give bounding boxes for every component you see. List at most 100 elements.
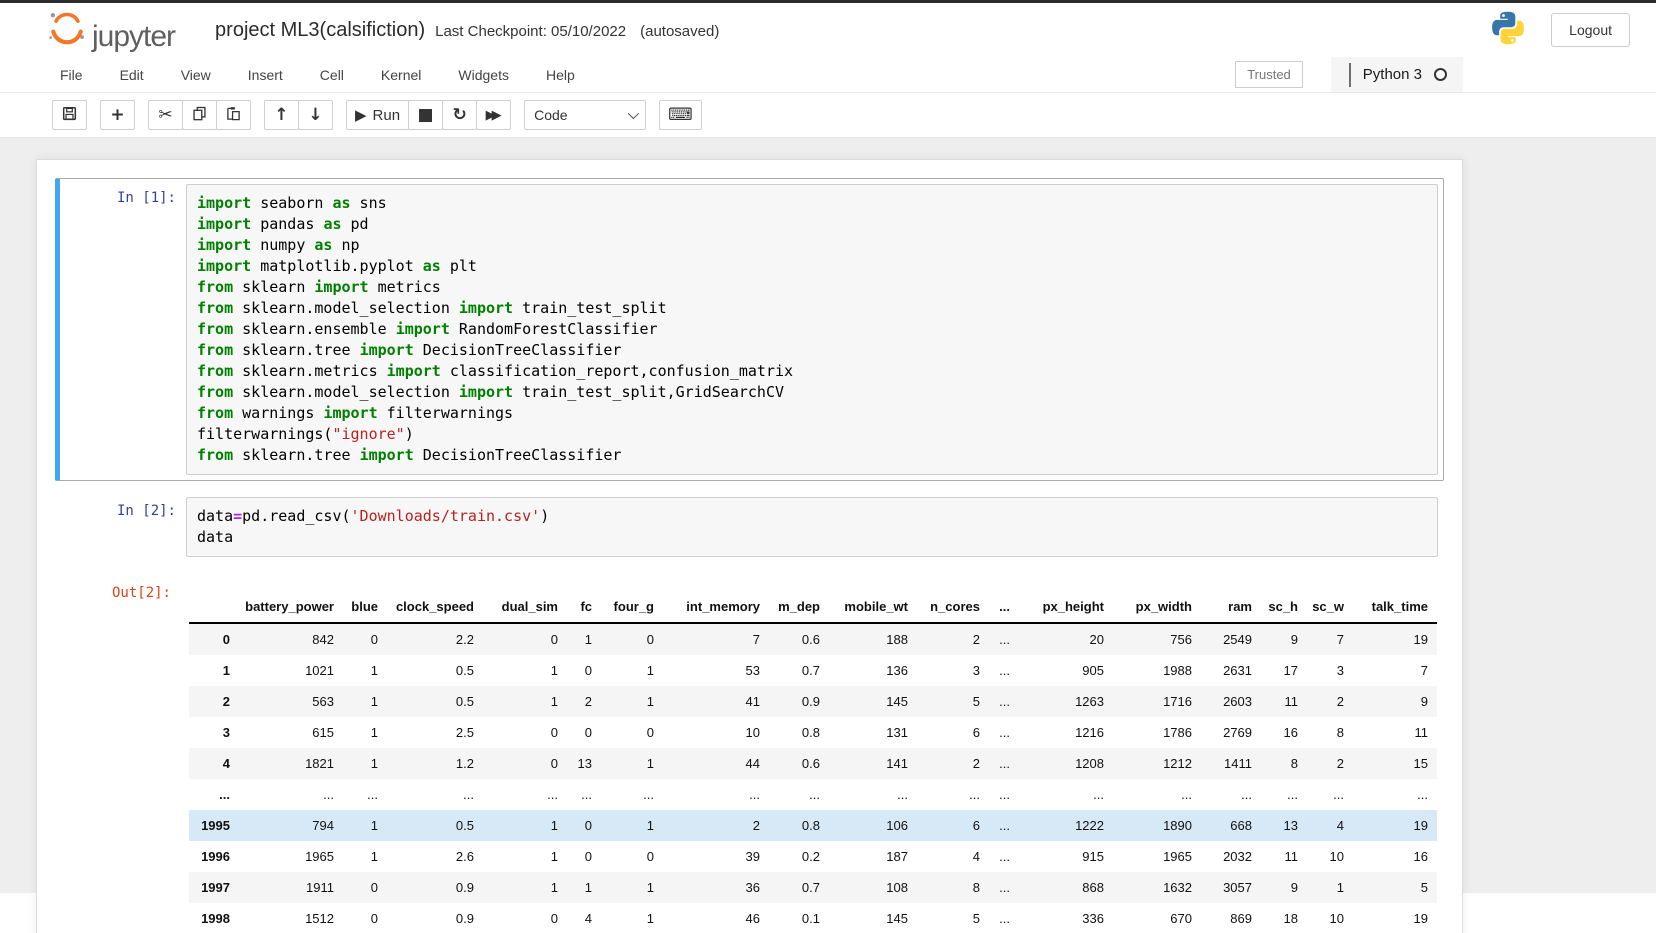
table-cell: 0.7 bbox=[769, 655, 829, 686]
table-cell: ... bbox=[989, 872, 1019, 903]
table-cell: 11 bbox=[1353, 717, 1437, 748]
table-cell: 16 bbox=[1261, 717, 1307, 748]
jupyter-logo[interactable]: jupyter bbox=[46, 7, 175, 54]
table-cell: 1 bbox=[601, 655, 663, 686]
table-cell: 11 bbox=[1261, 841, 1307, 872]
table-cell: 15 bbox=[1353, 748, 1437, 779]
table-cell: ... bbox=[989, 748, 1019, 779]
logout-button[interactable]: Logout bbox=[1551, 13, 1630, 47]
save-button[interactable] bbox=[52, 100, 87, 130]
table-cell: 0 bbox=[567, 810, 601, 841]
keyboard-icon: ⌨ bbox=[668, 107, 693, 124]
table-row: 361512.5000100.81316...12161786276916811 bbox=[189, 717, 1437, 748]
menu-insert[interactable]: Insert bbox=[248, 67, 283, 83]
table-cell: ... bbox=[989, 717, 1019, 748]
table-cell: 1 bbox=[1307, 872, 1353, 903]
table-cell: ... bbox=[989, 810, 1019, 841]
row-index: 1998 bbox=[189, 903, 239, 933]
paste-cells-button[interactable] bbox=[216, 100, 251, 130]
kernel-divider bbox=[1349, 63, 1351, 87]
table-cell: 9 bbox=[1261, 623, 1307, 655]
table-cell: 868 bbox=[1019, 872, 1113, 903]
trusted-button[interactable]: Trusted bbox=[1235, 61, 1303, 88]
menu-kernel[interactable]: Kernel bbox=[381, 67, 421, 83]
table-cell: 2549 bbox=[1201, 623, 1261, 655]
table-cell: 1 bbox=[483, 686, 567, 717]
code-cell-2[interactable]: In [2]: data=pd.read_csv('Downloads/trai… bbox=[55, 491, 1444, 563]
dataframe-table: battery_powerblueclock_speeddual_simfcfo… bbox=[189, 591, 1437, 933]
table-cell: ... bbox=[239, 779, 343, 810]
restart-kernel-button[interactable]: ↻ bbox=[442, 100, 477, 130]
cell-type-dropdown[interactable]: Code bbox=[524, 100, 646, 130]
code-editor-2[interactable]: data=pd.read_csv('Downloads/train.csv')d… bbox=[186, 497, 1438, 557]
table-cell: ... bbox=[1019, 779, 1113, 810]
row-index: ... bbox=[189, 779, 239, 810]
cut-cells-button[interactable]: ✂ bbox=[148, 100, 183, 130]
add-cell-button[interactable]: + bbox=[100, 100, 135, 130]
table-cell: 20 bbox=[1019, 623, 1113, 655]
table-cell: ... bbox=[663, 779, 769, 810]
run-button[interactable]: ▶ Run bbox=[346, 100, 409, 130]
table-cell: 1 bbox=[483, 872, 567, 903]
table-cell: 905 bbox=[1019, 655, 1113, 686]
table-cell: 0 bbox=[601, 717, 663, 748]
menu-widgets[interactable]: Widgets bbox=[458, 67, 509, 83]
notebook-page-background: In [1]: import seaborn as snsimport pand… bbox=[0, 138, 1656, 893]
table-row: 084202.201070.61882...2075625499719 bbox=[189, 623, 1437, 655]
menu-file[interactable]: File bbox=[60, 67, 83, 83]
table-cell: 0 bbox=[343, 903, 387, 933]
menu-view[interactable]: View bbox=[181, 67, 211, 83]
code-line: from sklearn.model_selection import trai… bbox=[197, 298, 1427, 319]
fast-forward-icon: ▶▶ bbox=[486, 109, 502, 122]
jupyter-wordmark: jupyter bbox=[92, 22, 175, 54]
table-cell: ... bbox=[989, 841, 1019, 872]
move-cell-down-button[interactable]: ↓ bbox=[298, 100, 333, 130]
menu-edit[interactable]: Edit bbox=[120, 67, 144, 83]
table-cell: 1 bbox=[343, 841, 387, 872]
index-column-header bbox=[189, 591, 239, 623]
table-cell: 1 bbox=[483, 655, 567, 686]
code-line: import pandas as pd bbox=[197, 214, 1427, 235]
table-cell: 1216 bbox=[1019, 717, 1113, 748]
table-cell: 106 bbox=[829, 810, 917, 841]
table-cell: ... bbox=[1201, 779, 1261, 810]
interrupt-kernel-button[interactable]: ■ bbox=[408, 100, 443, 130]
column-header-clock_speed: clock_speed bbox=[387, 591, 483, 623]
checkpoint-status: Last Checkpoint: 05/10/2022 bbox=[435, 23, 626, 40]
table-cell: ... bbox=[989, 655, 1019, 686]
command-palette-button[interactable]: ⌨ bbox=[659, 100, 702, 130]
table-cell: 0 bbox=[343, 623, 387, 655]
table-cell: 8 bbox=[917, 872, 989, 903]
restart-run-all-button[interactable]: ▶▶ bbox=[476, 100, 511, 130]
move-cell-up-button[interactable]: ↑ bbox=[264, 100, 299, 130]
table-cell: 1965 bbox=[1113, 841, 1201, 872]
table-cell: 0.6 bbox=[769, 748, 829, 779]
table-cell: 0.9 bbox=[387, 903, 483, 933]
table-cell: 145 bbox=[829, 903, 917, 933]
output-prompt: Out[2]: bbox=[60, 579, 181, 933]
table-cell: ... bbox=[601, 779, 663, 810]
menu-help[interactable]: Help bbox=[546, 67, 575, 83]
table-cell: 1 bbox=[343, 717, 387, 748]
row-index: 1 bbox=[189, 655, 239, 686]
column-header-int_memory: int_memory bbox=[663, 591, 769, 623]
code-line: from sklearn.ensemble import RandomFores… bbox=[197, 319, 1427, 340]
table-cell: 46 bbox=[663, 903, 769, 933]
table-cell: 1208 bbox=[1019, 748, 1113, 779]
table-cell: 0 bbox=[601, 841, 663, 872]
notebook-title[interactable]: project ML3(calsifiction) bbox=[215, 19, 425, 42]
copy-cells-button[interactable] bbox=[182, 100, 217, 130]
table-cell: 1512 bbox=[239, 903, 343, 933]
table-row: 199579410.510120.81066...122218906681341… bbox=[189, 810, 1437, 841]
column-header-talk_time: talk_time bbox=[1353, 591, 1437, 623]
menu-cell[interactable]: Cell bbox=[320, 67, 344, 83]
table-cell: 145 bbox=[829, 686, 917, 717]
code-editor-1[interactable]: import seaborn as snsimport pandas as pd… bbox=[186, 184, 1438, 475]
table-cell: 4 bbox=[567, 903, 601, 933]
table-cell: ... bbox=[989, 623, 1019, 655]
input-prompt: In [2]: bbox=[65, 497, 186, 557]
table-cell: 16 bbox=[1353, 841, 1437, 872]
code-cell-1[interactable]: In [1]: import seaborn as snsimport pand… bbox=[55, 178, 1444, 481]
table-cell: ... bbox=[1307, 779, 1353, 810]
table-cell: 41 bbox=[663, 686, 769, 717]
